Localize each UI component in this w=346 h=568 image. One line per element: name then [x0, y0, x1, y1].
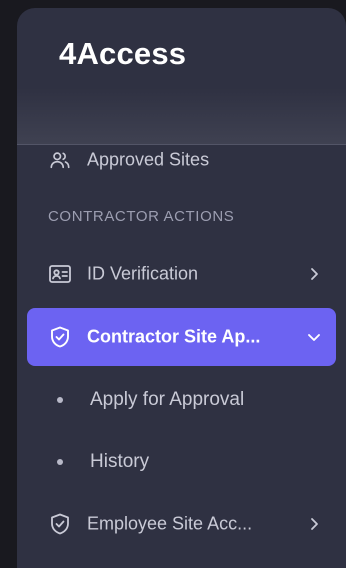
header-fade — [17, 88, 346, 144]
sub-item-label: Apply for Approval — [90, 389, 245, 410]
sidebar-item-approved-sites[interactable]: Approved Sites — [27, 140, 336, 180]
chevron-right-icon — [306, 266, 322, 282]
sidebar-item-id-verification[interactable]: ID Verification — [27, 254, 336, 294]
sidebar-item-label: ID Verification — [87, 263, 199, 284]
sidebar-item-contractor-site-approval[interactable]: Contractor Site Ap... — [27, 308, 336, 366]
users-icon — [48, 148, 72, 172]
sidebar: 4Access Approved Sites CONTRACTOR ACTION… — [17, 8, 346, 568]
bullet-dot — [57, 459, 63, 465]
id-card-icon — [48, 262, 72, 286]
shield-check-icon — [48, 512, 72, 536]
bullet-dot — [57, 397, 63, 403]
sidebar-item-label: Employee Site Acc... — [87, 513, 253, 534]
section-title-contractor-actions: CONTRACTOR ACTIONS — [48, 208, 235, 225]
chevron-down-icon — [306, 329, 322, 345]
brand-logo-text: 4Access — [59, 36, 187, 71]
sub-item-history[interactable]: History — [27, 444, 336, 480]
chevron-right-icon — [306, 516, 322, 532]
shield-check-icon — [48, 325, 72, 349]
sidebar-item-label: Approved Sites — [87, 149, 210, 170]
sub-item-label: History — [90, 451, 150, 472]
sub-item-apply-for-approval[interactable]: Apply for Approval — [27, 382, 336, 418]
sidebar-item-employee-site-access[interactable]: Employee Site Acc... — [27, 504, 336, 544]
sidebar-item-label: Contractor Site Ap... — [87, 326, 261, 347]
